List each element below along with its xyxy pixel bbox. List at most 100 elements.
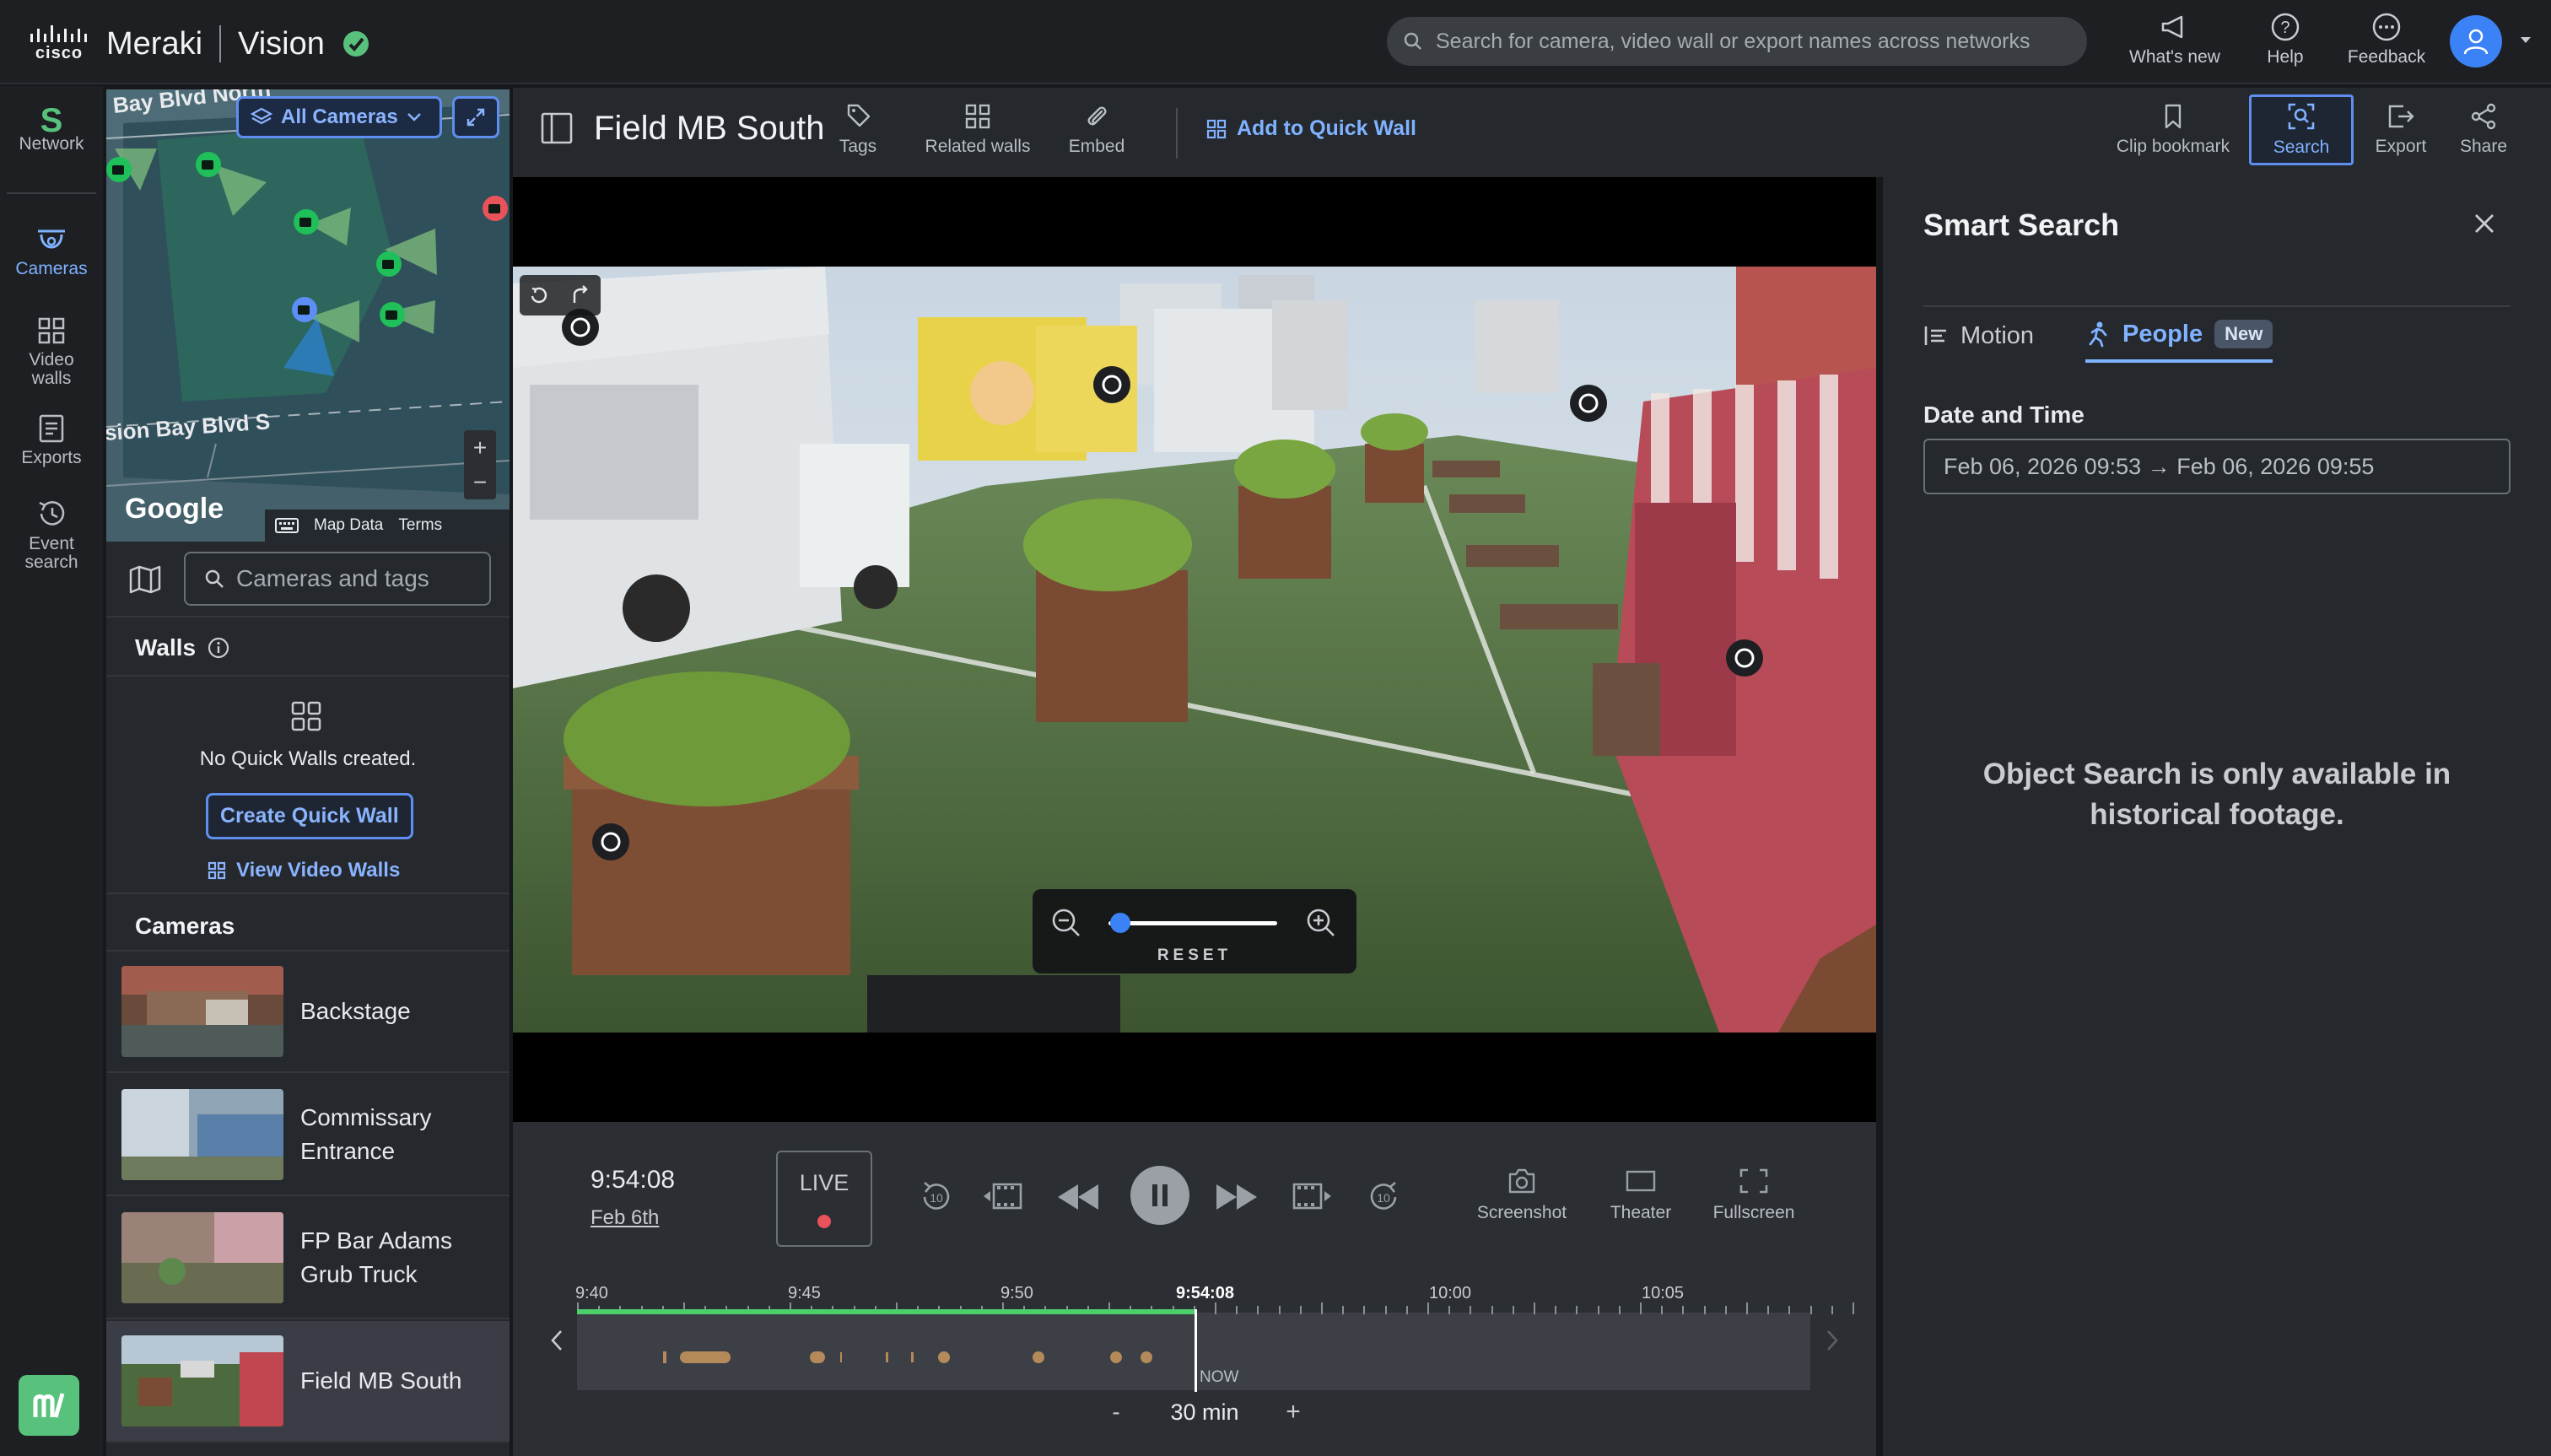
timeline-tick-label: 9:40 [575, 1284, 608, 1302]
camera-list-item-selected[interactable]: Field MB South [106, 1321, 510, 1443]
close-icon[interactable] [2472, 211, 2497, 236]
map-zoom-in-button[interactable]: + [473, 434, 487, 461]
map-zoom-out-button[interactable]: − [473, 469, 487, 495]
share-button[interactable]: Share [2450, 103, 2517, 170]
rotate-icon [531, 287, 547, 304]
timeline-tick-label: 9:45 [788, 1284, 821, 1302]
whats-new-button[interactable]: What's new [2124, 12, 2225, 76]
map-camera-pin[interactable] [378, 300, 407, 329]
zoom-slider-track[interactable] [1108, 921, 1277, 925]
nav-exports-label: Exports [21, 448, 82, 467]
zoom-slider-thumb[interactable] [1110, 913, 1130, 933]
camera-name: FP Bar Adams Grub Truck [300, 1227, 453, 1287]
motion-event-marker[interactable] [663, 1351, 666, 1363]
related-walls-button[interactable]: Related walls [914, 103, 1041, 170]
nav-video-walls-label: Video walls [29, 350, 74, 388]
nav-network[interactable]: S Network [0, 104, 103, 154]
camera-list-item[interactable]: Commissary Entrance [106, 1075, 510, 1196]
map-expand-button[interactable] [452, 96, 499, 138]
map-camera-pin[interactable] [106, 155, 133, 184]
current-date-picker[interactable]: Feb 6th [591, 1206, 659, 1230]
camera-list-item[interactable]: FP Bar Adams Grub Truck [106, 1198, 510, 1319]
search-scan-icon [2288, 103, 2315, 130]
nav-cameras[interactable]: Cameras [0, 226, 103, 278]
skip-forward-10-button[interactable]: 10 [1365, 1178, 1404, 1216]
chevron-right-icon[interactable] [1824, 1328, 1841, 1353]
tags-button[interactable]: Tags [828, 103, 887, 170]
meraki-app-icon[interactable] [19, 1375, 79, 1436]
export-button[interactable]: Export [2365, 103, 2436, 170]
camera-map[interactable]: Bay Blvd North sion Bay Blvd S All Camer… [106, 89, 510, 542]
camera-list-item[interactable]: Backstage [106, 952, 510, 1073]
fast-forward-button[interactable] [1213, 1178, 1260, 1216]
rewind-button[interactable] [1054, 1178, 1102, 1216]
keyboard-icon[interactable] [275, 518, 299, 533]
clip-bookmark-button[interactable]: Clip bookmark [2107, 103, 2239, 170]
motion-event-marker[interactable] [1141, 1351, 1152, 1363]
walls-title: Walls [135, 634, 197, 661]
video-player[interactable]: RESET [513, 177, 1876, 1122]
previous-frame-button[interactable] [982, 1176, 1026, 1216]
theater-button[interactable]: Theater [1594, 1167, 1687, 1223]
view-video-walls-link[interactable]: View Video Walls [208, 859, 400, 882]
zoom-out-icon[interactable] [1049, 906, 1083, 940]
search-tab-button[interactable]: Search [2249, 94, 2354, 165]
tab-people[interactable]: People New [2085, 309, 2273, 363]
motion-event-marker[interactable] [938, 1351, 950, 1363]
camera-search-box[interactable] [184, 552, 491, 606]
embed-button[interactable]: Embed [1063, 103, 1130, 170]
motion-icon [1924, 326, 1946, 345]
feedback-button[interactable]: Feedback [2340, 12, 2433, 76]
fullscreen-icon [1739, 1168, 1768, 1194]
map-camera-pin-selected[interactable] [290, 295, 319, 324]
rewind-icon [1058, 1184, 1098, 1210]
map-camera-pin[interactable] [292, 208, 321, 236]
tab-motion[interactable]: Motion [1923, 309, 2034, 363]
timeline-tick [1831, 1306, 1833, 1314]
next-frame-button[interactable] [1289, 1176, 1333, 1216]
map-camera-pin[interactable] [375, 250, 403, 278]
motion-event-marker[interactable] [1033, 1351, 1044, 1363]
map-camera-pin[interactable] [194, 150, 223, 179]
sidebar-toggle-icon[interactable] [540, 111, 574, 145]
chevron-left-icon[interactable] [548, 1328, 565, 1353]
motion-event-marker[interactable] [911, 1352, 914, 1362]
help-button[interactable]: ? Help [2247, 12, 2323, 76]
motion-event-marker[interactable] [886, 1352, 888, 1362]
nav-exports[interactable]: Exports [0, 413, 103, 467]
skip-back-10-button[interactable]: 10 [916, 1178, 955, 1216]
global-search[interactable] [1387, 17, 2087, 66]
playhead[interactable] [1195, 1309, 1197, 1392]
map-toggle-icon[interactable] [128, 565, 162, 594]
brand-logo[interactable]: cisco Meraki Vision [29, 22, 370, 66]
date-range-picker[interactable]: Feb 06, 2026 09:53 → Feb 06, 2026 09:55 [1923, 439, 2511, 494]
dewarp-toggle[interactable] [520, 275, 601, 315]
zoom-in-icon[interactable] [1304, 906, 1338, 940]
motion-event-marker[interactable] [680, 1351, 731, 1363]
camera-filter-dropdown[interactable]: All Cameras [236, 96, 442, 138]
screenshot-button[interactable]: Screenshot [1463, 1167, 1581, 1223]
chevron-down-icon[interactable] [2519, 35, 2532, 46]
avatar[interactable] [2450, 15, 2502, 67]
camera-search-input[interactable] [236, 565, 489, 592]
nav-event-search[interactable]: Event search [0, 498, 103, 572]
zoom-reset-button[interactable]: RESET [1033, 946, 1356, 965]
live-button[interactable]: LIVE [776, 1151, 872, 1247]
timeline-window-label: 30 min [1170, 1399, 1239, 1425]
map-terms-link[interactable]: Terms [398, 516, 442, 535]
motion-event-marker[interactable] [840, 1352, 842, 1362]
motion-event-marker[interactable] [1110, 1351, 1122, 1363]
pause-button[interactable] [1130, 1166, 1189, 1225]
fullscreen-button[interactable]: Fullscreen [1699, 1167, 1809, 1223]
motion-event-marker[interactable] [810, 1351, 825, 1363]
add-to-quick-wall-button[interactable]: Add to Quick Wall [1206, 116, 1416, 141]
global-search-input[interactable] [1436, 29, 2077, 54]
create-quick-wall-button[interactable]: Create Quick Wall [206, 793, 413, 839]
nav-video-walls[interactable]: Video walls [0, 315, 103, 388]
timeline-zoom-out-button[interactable]: - [1103, 1399, 1129, 1426]
timeline-zoom-in-button[interactable]: + [1281, 1398, 1306, 1426]
pause-icon [1152, 1184, 1168, 1206]
info-icon[interactable] [208, 637, 229, 659]
map-data-link[interactable]: Map Data [314, 516, 383, 535]
map-camera-pin-offline[interactable] [481, 194, 510, 223]
